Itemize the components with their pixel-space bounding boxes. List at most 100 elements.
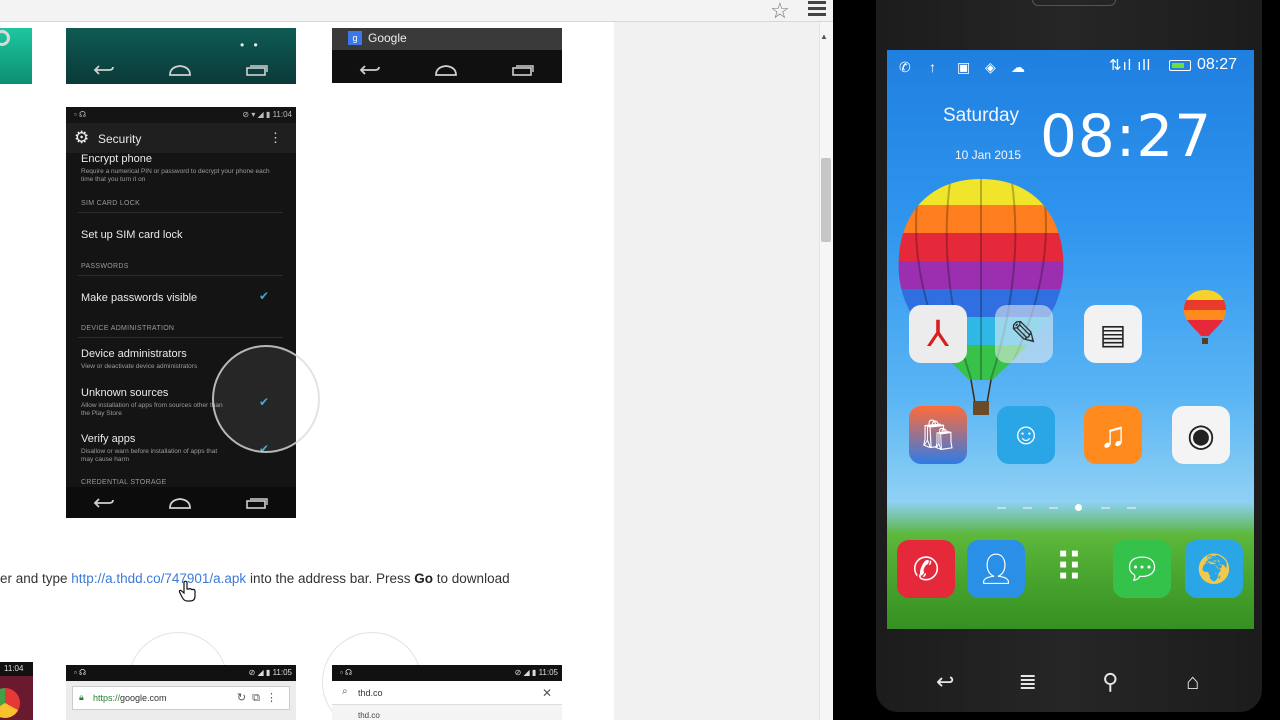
- page-side-gutter: [614, 22, 819, 720]
- back-icon: [93, 498, 114, 508]
- sim-lock-item: Set up SIM card lock: [81, 229, 183, 241]
- hot-air-balloon-wallpaper: [898, 179, 1064, 415]
- status-icons: ⊘ ◢ ▮: [248, 668, 273, 677]
- google-bar-label: Google: [368, 31, 407, 45]
- pdf-reader-app-icon[interactable]: ⅄: [909, 305, 967, 363]
- settings-gear-icon: ⚙: [74, 128, 90, 147]
- whatsapp-notification-icon: ✆: [899, 59, 911, 75]
- tutorial-screenshot-search-typing: ▫ ☊ ⊘ ◢ ▮ 11:05 ⌕ thd.co ✕ thd.co: [332, 665, 562, 720]
- divider: [78, 337, 283, 338]
- tutorial-screenshot-partial-bottom-left: 11:04: [0, 662, 33, 720]
- status-time: 08:27: [1197, 56, 1238, 73]
- apk-download-link[interactable]: http://a.thdd.co/747901/a.apk: [71, 571, 246, 586]
- device-admins-item: Device administrators: [81, 348, 187, 360]
- instruction-middle: into the address bar. Press: [246, 571, 415, 586]
- notes-app-icon[interactable]: ✎: [995, 305, 1053, 363]
- browser-globe-icon[interactable]: 🌍︎: [1185, 540, 1243, 598]
- recent-apps-icon: [246, 498, 269, 509]
- android-navbar: [66, 491, 296, 515]
- tutorial-screenshot-homescreen: • •: [66, 28, 296, 84]
- lock-icon: 🔒︎: [79, 692, 84, 702]
- chrome-menu-icon[interactable]: [808, 1, 826, 17]
- signal-strength-icon: ⇅ıl ıll: [1109, 57, 1152, 74]
- tutorial-screenshot-chrome-address: ▫ ☊ ⊘ ◢ ▮ 11:05 🔒︎ https://google.com ↻⧉…: [66, 665, 296, 720]
- recent-apps-icon: [512, 65, 535, 76]
- status-time: 11:05: [272, 668, 292, 677]
- encrypt-phone-subtitle: Require a numerical PIN or password to d…: [81, 168, 270, 183]
- overflow-menu-icon: ⋮: [269, 130, 282, 145]
- shop-notification-icon: ◈: [985, 59, 996, 75]
- phone-dialer-icon[interactable]: ✆: [897, 540, 955, 598]
- phone-hardware-navbar: ↩ ≣ ⚲ ⌂: [876, 660, 1262, 704]
- search-suggestion: thd.co: [358, 711, 380, 720]
- scrollbar-track[interactable]: [819, 22, 833, 720]
- android-status-bar: ▫ ☊ ⊘ ◢ ▮ 11:05: [66, 665, 296, 681]
- upload-notification-icon: ↑: [929, 59, 936, 75]
- divider: [78, 212, 283, 213]
- verify-apps-subtitle: Disallow or warn before installation of …: [81, 448, 218, 463]
- weekday-label: Saturday: [943, 105, 1020, 126]
- status-time: 11:04: [272, 110, 292, 119]
- tutorial-screenshot-security-settings: ▫ ☊ ⊘ ▾ ◢ ▮ 11:04 ⚙ Security ⋮ Encrypt p…: [66, 107, 296, 518]
- search-field: ⌕ thd.co ✕: [332, 681, 562, 705]
- messenger-app-icon[interactable]: ☺: [997, 406, 1055, 464]
- status-time: 11:04: [4, 664, 24, 673]
- notification-icons: ▫ ☊: [74, 110, 87, 119]
- scroll-up-arrow-icon[interactable]: ▲: [820, 32, 828, 41]
- status-icons: ⊘ ▾ ◢ ▮: [242, 110, 273, 119]
- settings-action-bar: ⚙ Security ⋮: [66, 123, 296, 153]
- scrollbar-thumb[interactable]: [821, 158, 831, 242]
- menu-icon[interactable]: ≣: [1006, 669, 1050, 695]
- instruction-text: er and type http://a.thdd.co/747901/a.ap…: [0, 571, 510, 586]
- browser-toolbar: ☆: [0, 0, 833, 24]
- touch-indicator-ring: [212, 345, 320, 453]
- status-icons: ⊘ ◢ ▮: [514, 668, 539, 677]
- status-time: 11:05: [538, 668, 558, 677]
- app-drawer-icon[interactable]: ⠿: [1040, 540, 1098, 598]
- search-query: thd.co: [358, 688, 383, 698]
- android-navbar: [332, 58, 562, 82]
- phone-home-screen: ✆ ↑ ▣ ◈ ☁ ⇅ıl ıll 08:27 Saturday 10 Jan …: [887, 50, 1254, 629]
- search-icon[interactable]: ⚲: [1088, 669, 1132, 695]
- contacts-icon[interactable]: 👤︎: [967, 540, 1025, 598]
- notification-icons: ▫ ☊: [340, 668, 353, 677]
- address-bar: 🔒︎ https://google.com ↻⧉⋮: [72, 686, 290, 710]
- home-page-indicator: [997, 504, 1147, 514]
- clock-widget: 08:27: [1040, 102, 1213, 170]
- google-g-icon: g: [348, 31, 362, 45]
- url-prefix: https://: [93, 693, 121, 703]
- passwords-header: PASSWORDS: [81, 263, 129, 270]
- unknown-sources-subtitle: Allow installation of apps from sources …: [81, 402, 223, 417]
- sim-lock-header: SIM CARD LOCK: [81, 200, 141, 207]
- back-icon[interactable]: ↩: [923, 669, 967, 695]
- android-status-bar: ▫ ☊ ⊘ ▾ ◢ ▮ 11:04: [66, 107, 296, 123]
- music-app-icon[interactable]: ♫: [1084, 406, 1142, 464]
- camera-app-icon[interactable]: ◉: [1172, 406, 1230, 464]
- url-text: google.com: [120, 693, 167, 703]
- instruction-before: er and type: [0, 571, 72, 586]
- bookmark-star-icon[interactable]: ☆: [770, 0, 790, 24]
- browser-window: ☆ ▲ • • g Google ▫ ☊ ⊘ ▾ ◢ ▮ 11:04 ⚙ Sec…: [0, 0, 833, 720]
- phone-status-bar: ✆ ↑ ▣ ◈ ☁ ⇅ıl ıll 08:27: [887, 50, 1254, 80]
- home-icon: [435, 65, 457, 76]
- search-icon: ⌕: [342, 686, 348, 697]
- chrome-app-icon: [0, 688, 20, 718]
- divider: [78, 275, 283, 276]
- file-manager-app-icon[interactable]: ▤: [1084, 305, 1142, 363]
- home-icon[interactable]: ⌂: [1171, 669, 1215, 695]
- tutorial-screenshot-google: g Google: [332, 28, 562, 83]
- home-icon: [169, 65, 191, 76]
- messages-icon[interactable]: 💬︎: [1113, 540, 1171, 598]
- app-icon-ring: [0, 30, 10, 46]
- current-page-dot: [1075, 504, 1082, 511]
- screen-recording-frame: ☆ ▲ • • g Google ▫ ☊ ⊘ ▾ ◢ ▮ 11:04 ⚙ Sec…: [0, 0, 1280, 720]
- android-status-bar: ▫ ☊ ⊘ ◢ ▮ 11:05: [332, 665, 562, 681]
- address-bar-buttons: ↻⧉⋮: [236, 692, 283, 704]
- recent-apps-icon: [246, 65, 269, 76]
- phone-earpiece: [1032, 0, 1116, 6]
- settings-title: Security: [98, 132, 142, 146]
- android-navbar: [66, 58, 296, 82]
- home-icon: [169, 498, 191, 509]
- market-app-icon[interactable]: 🛍︎: [909, 406, 967, 464]
- image-notification-icon: ▣: [957, 59, 971, 75]
